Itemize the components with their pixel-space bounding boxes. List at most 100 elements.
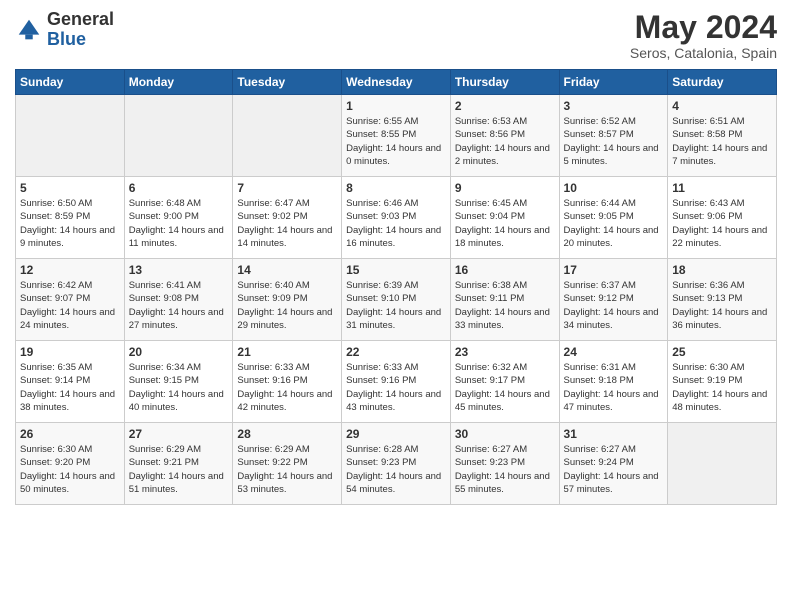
col-sunday: Sunday [16,70,125,95]
day-info: Sunrise: 6:40 AMSunset: 9:09 PMDaylight:… [237,279,337,332]
day-number: 4 [672,99,772,113]
calendar-cell: 24 Sunrise: 6:31 AMSunset: 9:18 PMDayligh… [559,341,668,423]
day-info: Sunrise: 6:43 AMSunset: 9:06 PMDaylight:… [672,197,772,250]
calendar-cell: 27Sunrise: 6:29 AMSunset: 9:21 PMDayligh… [124,423,233,505]
calendar-cell: 28Sunrise: 6:29 AMSunset: 9:22 PMDayligh… [233,423,342,505]
day-number: 12 [20,263,120,277]
calendar-cell [124,95,233,177]
day-number: 3 [564,99,664,113]
calendar-cell: 26Sunrise: 6:30 AMSunset: 9:20 PMDayligh… [16,423,125,505]
col-thursday: Thursday [450,70,559,95]
calendar-cell [233,95,342,177]
day-info: Sunrise: 6:42 AMSunset: 9:07 PMDaylight:… [20,279,120,332]
day-info: Sunrise: 6:33 AMSunset: 9:16 PMDaylight:… [346,361,446,414]
calendar-cell: 15 Sunrise: 6:39 AMSunset: 9:10 PMDayligh… [342,259,451,341]
col-wednesday: Wednesday [342,70,451,95]
day-info: Sunrise: 6:48 AMSunset: 9:00 PMDaylight:… [129,197,229,250]
day-number: 21 [237,345,337,359]
calendar-cell: 7 Sunrise: 6:47 AMSunset: 9:02 PMDaylight… [233,177,342,259]
day-number: 16 [455,263,555,277]
day-number: 29 [346,427,446,441]
calendar-cell: 5Sunrise: 6:50 AMSunset: 8:59 PMDaylight… [16,177,125,259]
calendar-week-3: 12 Sunrise: 6:42 AMSunset: 9:07 PMDayligh… [16,259,777,341]
day-number: 10 [564,181,664,195]
day-number: 27 [129,427,229,441]
day-info: Sunrise: 6:46 AMSunset: 9:03 PMDaylight:… [346,197,446,250]
day-info: Sunrise: 6:38 AMSunset: 9:11 PMDaylight:… [455,279,555,332]
col-friday: Friday [559,70,668,95]
title-block: May 2024 Seros, Catalonia, Spain [630,10,777,61]
col-monday: Monday [124,70,233,95]
day-info: Sunrise: 6:36 AMSunset: 9:13 PMDaylight:… [672,279,772,332]
calendar-cell: 30Sunrise: 6:27 AMSunset: 9:23 PMDayligh… [450,423,559,505]
calendar-cell: 10 Sunrise: 6:44 AMSunset: 9:05 PMDayligh… [559,177,668,259]
day-number: 8 [346,181,446,195]
calendar-table: Sunday Monday Tuesday Wednesday Thursday… [15,69,777,505]
calendar-cell: 4Sunrise: 6:51 AMSunset: 8:58 PMDaylight… [668,95,777,177]
calendar-cell: 14 Sunrise: 6:40 AMSunset: 9:09 PMDayligh… [233,259,342,341]
day-info: Sunrise: 6:35 AMSunset: 9:14 PMDaylight:… [20,361,120,414]
day-number: 25 [672,345,772,359]
calendar-cell: 19 Sunrise: 6:35 AMSunset: 9:14 PMDayligh… [16,341,125,423]
calendar-cell: 29 Sunrise: 6:28 AMSunset: 9:23 PMDayligh… [342,423,451,505]
calendar-week-2: 5Sunrise: 6:50 AMSunset: 8:59 PMDaylight… [16,177,777,259]
day-number: 20 [129,345,229,359]
day-number: 31 [564,427,664,441]
logo-blue: Blue [47,30,114,50]
day-number: 15 [346,263,446,277]
day-info: Sunrise: 6:44 AMSunset: 9:05 PMDaylight:… [564,197,664,250]
calendar-week-1: 1Sunrise: 6:55 AMSunset: 8:55 PMDaylight… [16,95,777,177]
day-info: Sunrise: 6:27 AMSunset: 9:24 PMDaylight:… [564,443,664,496]
col-tuesday: Tuesday [233,70,342,95]
calendar-cell: 9Sunrise: 6:45 AMSunset: 9:04 PMDaylight… [450,177,559,259]
header: General Blue May 2024 Seros, Catalonia, … [15,10,777,61]
day-number: 7 [237,181,337,195]
calendar-cell: 31 Sunrise: 6:27 AMSunset: 9:24 PMDayligh… [559,423,668,505]
page: General Blue May 2024 Seros, Catalonia, … [0,0,792,612]
day-number: 19 [20,345,120,359]
day-number: 2 [455,99,555,113]
calendar-cell: 25Sunrise: 6:30 AMSunset: 9:19 PMDayligh… [668,341,777,423]
logo-text: General Blue [47,10,114,50]
day-number: 30 [455,427,555,441]
day-number: 26 [20,427,120,441]
day-info: Sunrise: 6:53 AMSunset: 8:56 PMDaylight:… [455,115,555,168]
day-info: Sunrise: 6:34 AMSunset: 9:15 PMDaylight:… [129,361,229,414]
day-number: 24 [564,345,664,359]
day-info: Sunrise: 6:41 AMSunset: 9:08 PMDaylight:… [129,279,229,332]
day-info: Sunrise: 6:33 AMSunset: 9:16 PMDaylight:… [237,361,337,414]
day-info: Sunrise: 6:37 AMSunset: 9:12 PMDaylight:… [564,279,664,332]
day-info: Sunrise: 6:52 AMSunset: 8:57 PMDaylight:… [564,115,664,168]
calendar-cell: 8 Sunrise: 6:46 AMSunset: 9:03 PMDaylight… [342,177,451,259]
day-number: 9 [455,181,555,195]
calendar-cell: 22 Sunrise: 6:33 AMSunset: 9:16 PMDayligh… [342,341,451,423]
calendar-cell: 18 Sunrise: 6:36 AMSunset: 9:13 PMDayligh… [668,259,777,341]
calendar-cell: 21 Sunrise: 6:33 AMSunset: 9:16 PMDayligh… [233,341,342,423]
calendar-cell: 11Sunrise: 6:43 AMSunset: 9:06 PMDayligh… [668,177,777,259]
calendar-cell: 6 Sunrise: 6:48 AMSunset: 9:00 PMDaylight… [124,177,233,259]
logo-general: General [47,10,114,30]
day-info: Sunrise: 6:28 AMSunset: 9:23 PMDaylight:… [346,443,446,496]
calendar-cell [668,423,777,505]
day-info: Sunrise: 6:47 AMSunset: 9:02 PMDaylight:… [237,197,337,250]
day-number: 17 [564,263,664,277]
day-number: 23 [455,345,555,359]
day-number: 18 [672,263,772,277]
calendar-cell: 13Sunrise: 6:41 AMSunset: 9:08 PMDayligh… [124,259,233,341]
day-info: Sunrise: 6:31 AMSunset: 9:18 PMDaylight:… [564,361,664,414]
day-number: 22 [346,345,446,359]
day-info: Sunrise: 6:39 AMSunset: 9:10 PMDaylight:… [346,279,446,332]
calendar-cell: 16 Sunrise: 6:38 AMSunset: 9:11 PMDayligh… [450,259,559,341]
month-title: May 2024 [630,10,777,45]
day-number: 28 [237,427,337,441]
calendar-cell: 12 Sunrise: 6:42 AMSunset: 9:07 PMDayligh… [16,259,125,341]
location-subtitle: Seros, Catalonia, Spain [630,45,777,61]
day-number: 14 [237,263,337,277]
col-saturday: Saturday [668,70,777,95]
calendar-cell: 3 Sunrise: 6:52 AMSunset: 8:57 PMDaylight… [559,95,668,177]
day-number: 6 [129,181,229,195]
calendar-cell [16,95,125,177]
day-number: 1 [346,99,446,113]
calendar-cell: 1Sunrise: 6:55 AMSunset: 8:55 PMDaylight… [342,95,451,177]
day-number: 5 [20,181,120,195]
